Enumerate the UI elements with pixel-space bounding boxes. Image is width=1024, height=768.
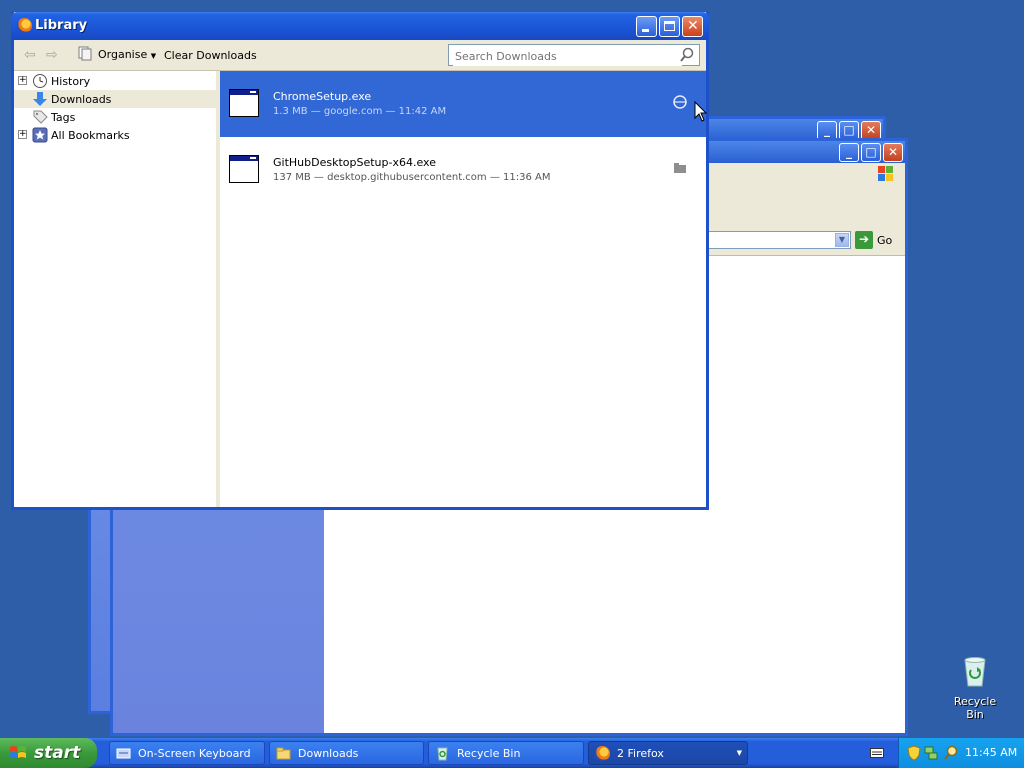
search-icon[interactable] [679, 47, 695, 63]
system-tray: 11:45 AM [898, 738, 1024, 768]
library-sidebar: + History Downloads Tags + All Bookmarks [14, 71, 217, 507]
close-icon: ✕ [687, 18, 699, 34]
sidebar-item-label: All Bookmarks [51, 129, 130, 142]
clock[interactable]: 11:45 AM [965, 746, 1017, 759]
go-button[interactable]: Go [877, 234, 892, 247]
library-window: Library ✕ ⇦ ⇨ Organise ▼ Clear Downloads [11, 12, 709, 510]
go-arrow-icon[interactable]: ➔ [855, 231, 873, 249]
search-box[interactable] [448, 44, 700, 66]
recycle-bin-desktop-icon[interactable]: Recycle Bin [944, 656, 1006, 721]
start-label: start [34, 743, 81, 763]
chevron-down-icon[interactable]: ▼ [737, 749, 742, 757]
taskbar-item-on-screen-keyboard[interactable]: On-Screen Keyboard [109, 741, 265, 765]
sidebar-item-label: Tags [51, 111, 76, 124]
tag-icon [33, 110, 48, 124]
recycle-bin-icon [437, 747, 448, 761]
sidebar-item-downloads[interactable]: Downloads [14, 90, 216, 108]
language-bar-keyboard-icon[interactable] [870, 748, 884, 758]
firefox-icon [17, 18, 32, 33]
bookmarks-star-icon [32, 127, 48, 143]
folder-icon[interactable] [672, 161, 688, 175]
clear-downloads-button[interactable]: Clear Downloads [164, 49, 257, 62]
taskbar-item-recycle-bin[interactable]: Recycle Bin [428, 741, 584, 765]
keyboard-icon [116, 748, 131, 759]
expand-icon[interactable]: + [18, 130, 27, 139]
sidebar-item-all-bookmarks[interactable]: + All Bookmarks [14, 126, 216, 144]
address-input[interactable]: ▼ [703, 231, 851, 249]
recycle-bin-icon [964, 657, 986, 687]
dropdown-arrow-icon: ▼ [150, 52, 157, 60]
folder-icon [276, 747, 291, 760]
close-button[interactable]: ✕ [883, 143, 903, 162]
recycle-bin-label: Recycle Bin [953, 695, 997, 721]
minimize-button[interactable] [636, 16, 657, 37]
downloads-list: ChromeSetup.exe 1.3 MB — google.com — 11… [220, 71, 706, 507]
taskbar-item-label: Recycle Bin [457, 747, 521, 760]
window-title: Library [35, 18, 88, 33]
minimize-button[interactable]: _ [839, 143, 859, 162]
taskbar-item-label: On-Screen Keyboard [138, 747, 251, 760]
mouse-cursor-icon [694, 101, 708, 122]
sidebar-item-tags[interactable]: Tags [14, 108, 216, 126]
magnifier-icon[interactable] [943, 745, 959, 761]
taskbar-item-label: Downloads [298, 747, 359, 760]
download-item[interactable]: GitHubDesktopSetup-x64.exe 137 MB — desk… [220, 137, 706, 203]
clock-icon [33, 74, 47, 88]
download-details: 137 MB — desktop.githubusercontent.com —… [273, 172, 551, 183]
firefox-icon [595, 746, 610, 761]
executable-file-icon [229, 89, 259, 117]
maximize-button[interactable]: □ [861, 143, 881, 162]
download-arrow-icon [33, 92, 47, 106]
library-toolbar: ⇦ ⇨ Organise ▼ Clear Downloads [14, 40, 706, 71]
start-button[interactable]: start [0, 738, 97, 768]
chevron-down-icon[interactable]: ▼ [835, 233, 849, 247]
windows-flag-icon [10, 746, 26, 758]
organise-button[interactable]: Organise ▼ [98, 48, 156, 61]
sidebar-item-label: Downloads [51, 93, 112, 106]
taskbar-item-label: 2 Firefox [617, 747, 664, 760]
taskbar-item-downloads[interactable]: Downloads [269, 741, 424, 765]
download-item[interactable]: ChromeSetup.exe 1.3 MB — google.com — 11… [220, 71, 706, 137]
expand-icon[interactable]: + [18, 76, 27, 85]
organise-icon [78, 46, 92, 61]
download-details: 1.3 MB — google.com — 11:42 AM [273, 106, 447, 117]
security-shield-icon[interactable] [907, 745, 921, 761]
close-button[interactable]: ✕ [682, 16, 703, 37]
forward-arrow-icon[interactable]: ⇨ [46, 47, 58, 63]
retry-icon[interactable] [672, 95, 688, 109]
taskbar-item-firefox[interactable]: 2 Firefox ▼ [588, 741, 748, 765]
windows-logo-icon [878, 166, 893, 181]
library-titlebar[interactable]: Library ✕ [11, 12, 709, 40]
sidebar-item-label: History [51, 75, 91, 88]
sidebar-item-history[interactable]: + History [14, 72, 216, 90]
executable-file-icon [229, 155, 259, 183]
taskbar: start On-Screen Keyboard Downloads Recyc… [0, 738, 1024, 768]
maximize-button[interactable] [659, 16, 680, 37]
download-filename: ChromeSetup.exe [273, 90, 372, 103]
organise-label: Organise [98, 48, 148, 61]
network-icon[interactable] [924, 745, 938, 761]
search-input[interactable] [453, 46, 682, 66]
download-filename: GitHubDesktopSetup-x64.exe [273, 156, 436, 169]
back-arrow-icon[interactable]: ⇦ [24, 47, 36, 63]
